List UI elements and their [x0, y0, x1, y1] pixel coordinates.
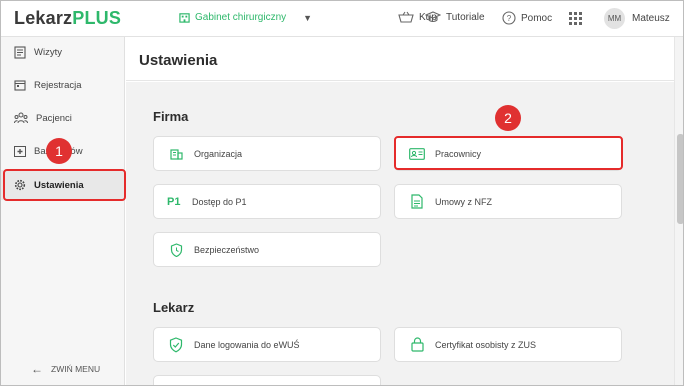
facility-name: Gabinet chirurgiczny	[195, 12, 287, 23]
card-certyfikat-zus[interactable]: Certyfikat osobisty z ZUS	[394, 327, 622, 362]
user-name[interactable]: Mateusz	[632, 13, 670, 24]
help-button[interactable]: ? Pomoc	[502, 11, 552, 25]
sidebar-item-rejestracja[interactable]: Rejestracja	[1, 70, 125, 100]
chevron-down-icon: ▼	[303, 12, 313, 23]
tutorials-button[interactable]: Tutoriale	[425, 11, 485, 23]
arrow-left-icon: ←	[31, 362, 43, 376]
avatar[interactable]: MM	[604, 8, 625, 29]
app-logo[interactable]: LekarzPLUS	[14, 8, 121, 29]
svg-text:?: ?	[507, 14, 512, 23]
collapse-menu-button[interactable]: ← ZWIŃ MENU	[31, 362, 100, 376]
page-header: Ustawienia	[126, 37, 674, 81]
calendar-icon	[14, 80, 26, 91]
card-bezpieczenstwo[interactable]: Bezpieczeństwo	[153, 232, 381, 267]
card-dane-logowania-ewus[interactable]: Dane logowania do eWUŚ	[153, 327, 381, 362]
card-organizacja[interactable]: Organizacja	[153, 136, 381, 171]
shield-clock-icon	[170, 242, 182, 257]
p1-label: P1	[167, 195, 181, 208]
facility-selector[interactable]: Gabinet chirurgiczny ▼	[179, 12, 312, 23]
card-partial[interactable]	[153, 375, 381, 385]
section-title-lekarz: Lekarz	[153, 300, 195, 315]
sidebar: Wizyty Rejestracja Pacjenci Baza leków U…	[1, 37, 125, 385]
highlight-pracownicy	[394, 136, 623, 170]
apps-grid-icon[interactable]	[569, 12, 582, 25]
people-icon	[14, 112, 28, 124]
top-bar: LekarzPLUS Gabinet chirurgiczny ▼ Kup Tu…	[1, 1, 683, 37]
building-icon	[179, 13, 190, 23]
section-title-firma: Firma	[153, 109, 189, 124]
page-title: Ustawienia	[139, 52, 218, 69]
card-dostep-do-p1[interactable]: P1 Dostęp do P1	[153, 184, 381, 219]
step-badge-1: 1	[46, 138, 72, 164]
clipboard-icon	[14, 45, 26, 59]
sidebar-item-pacjenci[interactable]: Pacjenci	[1, 103, 125, 133]
step-badge-2: 2	[495, 105, 521, 131]
lock-icon	[410, 337, 424, 352]
app-window: LekarzPLUS Gabinet chirurgiczny ▼ Kup Tu…	[0, 0, 684, 386]
building-icon	[169, 148, 183, 160]
scroll-thumb[interactable]	[677, 134, 683, 224]
sidebar-item-wizyty[interactable]: Wizyty	[1, 37, 125, 67]
question-circle-icon: ?	[502, 11, 516, 25]
card-umowy-z-nfz[interactable]: Umowy z NFZ	[394, 184, 622, 219]
medicine-box-icon	[14, 145, 26, 157]
vertical-scrollbar[interactable]	[674, 37, 683, 385]
graduation-cap-icon	[425, 11, 441, 23]
shield-check-icon	[169, 336, 183, 352]
highlight-ustawienia	[3, 169, 126, 201]
document-icon	[411, 194, 423, 209]
basket-icon	[398, 11, 414, 23]
